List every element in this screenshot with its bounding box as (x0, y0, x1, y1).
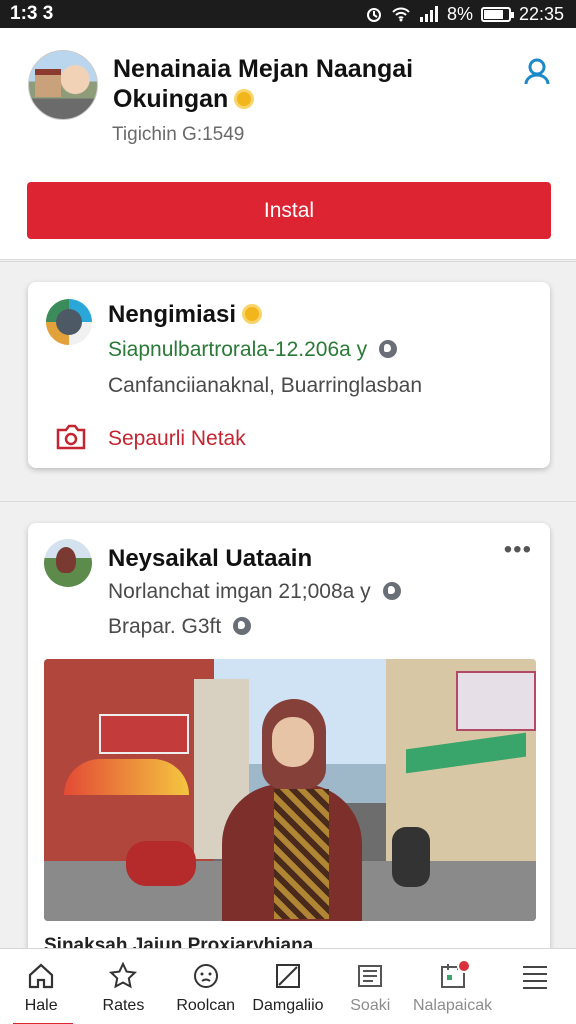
nav-label: Hale (24, 997, 58, 1014)
umbrella (64, 759, 189, 795)
post1-action[interactable]: Sepaurli Netak (108, 427, 246, 451)
face-icon (193, 964, 218, 988)
woman-scarf-pattern (274, 789, 329, 919)
globe-icon (233, 617, 252, 635)
profile-header: Nenainaia Mejan Naangai Okuingan Tigichi… (0, 28, 576, 260)
nav-item-soaki[interactable]: Soaki (330, 949, 410, 1015)
sun-icon (242, 304, 263, 324)
post1-meta-row: Siapnulbartrorala-12.206a y (108, 338, 398, 362)
nav-item-roolcan[interactable]: Roolcan (166, 949, 246, 1015)
star-icon (109, 961, 138, 989)
alarm-icon (366, 8, 381, 22)
wifi-icon (392, 7, 410, 22)
post-card-1[interactable]: Nengimiasi Siapnulbartrorala-12.206a y C… (28, 282, 550, 468)
battery-fill (483, 9, 504, 19)
nav-item-nalapaicak[interactable]: Nalapaicak (413, 949, 493, 1015)
shop-sign (99, 714, 189, 754)
bottom-nav: Hale Rates Roolcan Damgaliio Soaki Nalap… (0, 948, 576, 1024)
nav-item-damgaliio[interactable]: Damgaliio (248, 949, 328, 1015)
nav-label: Soaki (350, 997, 391, 1014)
post1-location: Canfanciianaknal, Buarringlasban (108, 374, 423, 397)
post2-avatar-photo (56, 547, 76, 573)
nav-label: Damgaliio (252, 997, 324, 1014)
profile-name-text: Nenainaia Mejan Naangai Okuingan (113, 55, 414, 113)
profile-name: Nenainaia Mejan Naangai Okuingan (113, 54, 493, 114)
sun-icon (234, 89, 255, 109)
nav-item-rates[interactable]: Rates (83, 949, 163, 1015)
post-panel-1: Nengimiasi Siapnulbartrorala-12.206a y C… (0, 261, 576, 501)
battery-percent: 8% (446, 3, 473, 24)
post-panel-2: Neysaikal Uataain ••• Norlanchat imgan 2… (0, 501, 576, 963)
post2-sub: Brapar. G3ft (108, 615, 222, 638)
battery-icon (480, 6, 514, 22)
post2-meta: Norlanchat imgan 21;008a y (108, 580, 371, 603)
nav-label: Rates (102, 997, 145, 1014)
nav-label: Nalapaicak (412, 997, 493, 1014)
notification-badge (456, 959, 471, 973)
profile-avatar[interactable] (28, 50, 98, 120)
post2-title: Neysaikal Uataain (108, 545, 313, 572)
post1-title: Nengimiasi (108, 301, 237, 328)
post2-sub-row: Brapar. G3ft (108, 615, 252, 639)
person-icon[interactable] (522, 56, 552, 86)
news-icon (358, 965, 383, 987)
motorcycle-rider (392, 827, 430, 887)
home-icon (29, 963, 54, 989)
chart-icon (275, 964, 300, 988)
motorcycle (126, 841, 196, 886)
status-time: 1:3 3 (10, 3, 54, 24)
status-icons: 8% 22:35 (365, 4, 564, 25)
camera-icon[interactable] (52, 422, 90, 454)
shop-sign-right (456, 671, 536, 731)
globe-icon (382, 582, 401, 600)
post-card-2[interactable]: Neysaikal Uataain ••• Norlanchat imgan 2… (28, 523, 550, 963)
profile-subtitle: Tigichin G:1549 (112, 124, 245, 145)
nav-item-home[interactable]: Hale (1, 949, 81, 1024)
post1-avatar[interactable] (46, 299, 92, 345)
globe-icon (379, 340, 398, 358)
install-button[interactable]: Instal (27, 182, 551, 239)
woman-face (272, 717, 314, 767)
menu-icon (522, 966, 547, 989)
post1-meta: Siapnulbartrorala-12.206a y (108, 338, 368, 361)
more-options-icon[interactable]: ••• (504, 538, 532, 562)
post2-photo[interactable] (44, 659, 536, 921)
clock: 22:35 (518, 3, 564, 24)
nav-item-menu[interactable] (495, 949, 575, 997)
nav-label: Roolcan (176, 997, 236, 1014)
signal-icon (419, 6, 438, 22)
status-bar: 1:3 3 8% 22:35 (0, 0, 576, 28)
post2-avatar[interactable] (44, 539, 92, 587)
post1-avatar-photo (56, 309, 82, 335)
post2-meta-row: Norlanchat imgan 21;008a y (108, 580, 401, 604)
post1-title-row: Nengimiasi (108, 301, 263, 329)
